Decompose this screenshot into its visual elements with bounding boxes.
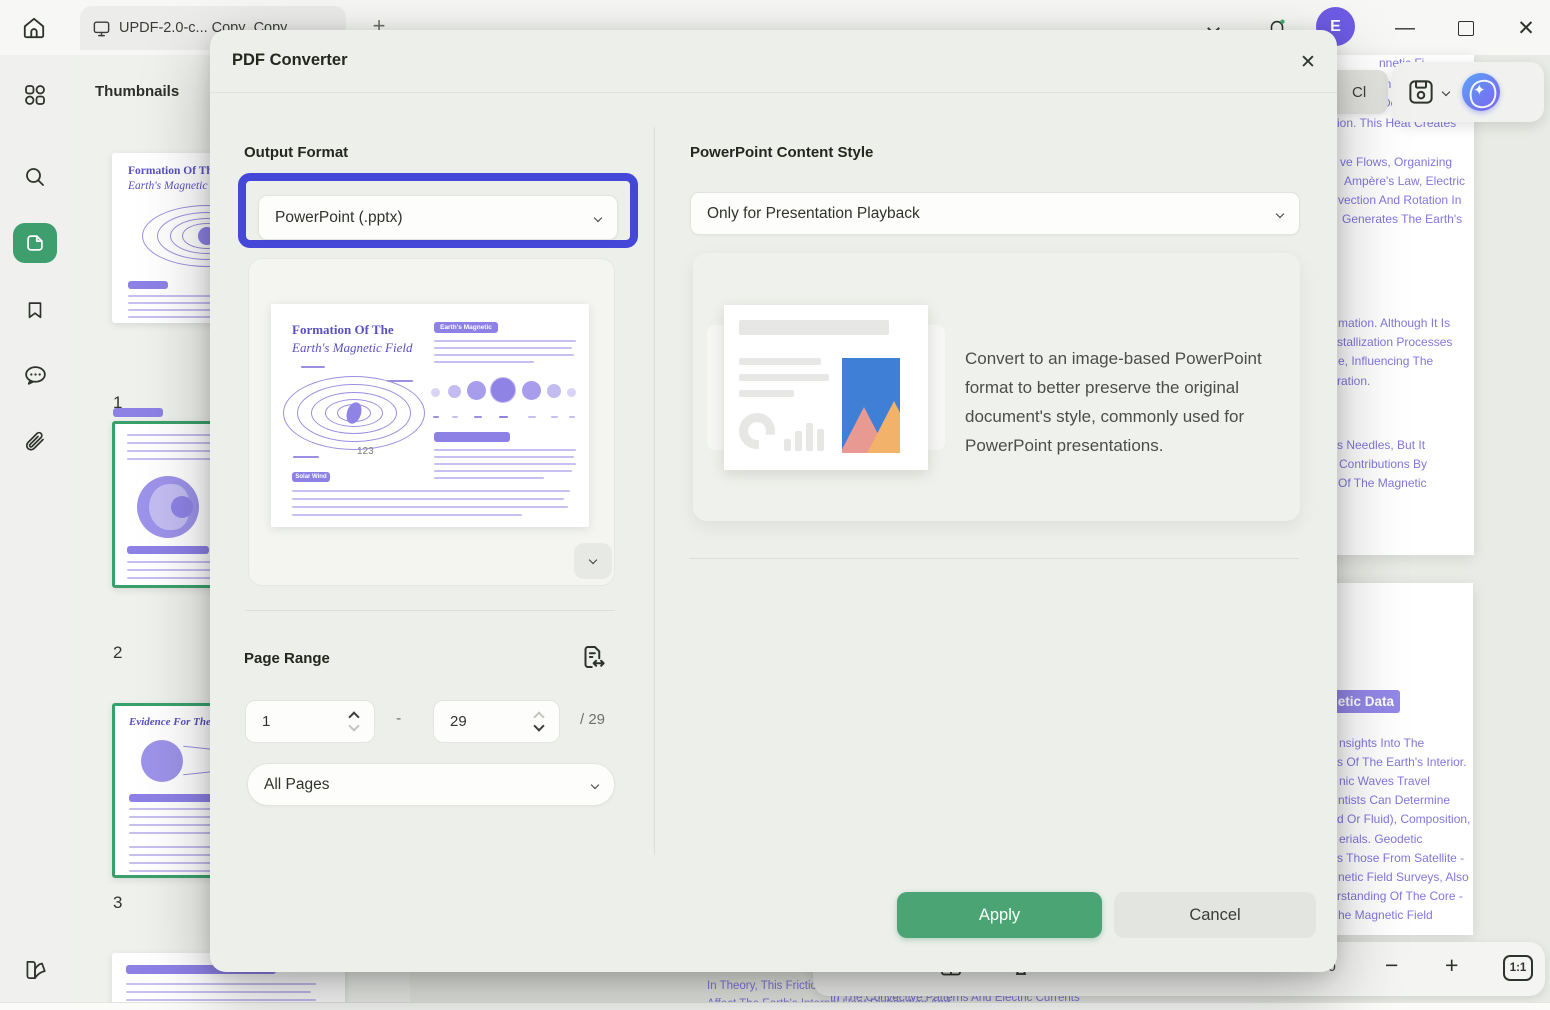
monitor-icon [92,19,111,38]
sidebar-item-attachments[interactable] [13,422,57,462]
preview-tag-3: Solar Wind [292,472,330,482]
photo-glyph [842,358,900,453]
cancel-label: Cancel [1189,906,1240,925]
home-icon [21,15,47,41]
zoom-in-button[interactable]: + [1445,952,1458,979]
bookmark-icon [24,299,46,321]
chevron-down-icon [594,214,602,222]
range-from-stepper[interactable]: 1 [245,700,375,743]
comment-icon [23,363,48,388]
grid-icon [23,83,47,107]
sidebar-item-thumbnails[interactable] [13,223,57,263]
sidebar-item-search[interactable] [13,157,57,197]
thumbnails-header: Thumbnails [95,83,179,100]
app-window: UPDF-2.0-c... Copy_Copy + E — ✕ [0,0,1550,1010]
sidebar-item-comments[interactable] [13,355,57,395]
range-total: / 29 [580,711,605,728]
slide-illustration [724,305,928,470]
content-style-value: Only for Presentation Playback [707,205,920,223]
save-toolbar [1392,62,1544,122]
content-style-description: Convert to an image-based PowerPoint for… [965,345,1295,461]
page-range-mode-select[interactable]: All Pages [247,763,615,806]
sidebar-item-reader-mode[interactable] [13,950,57,990]
chevron-down-icon [589,555,597,563]
reader-mode-icon [22,957,48,983]
left-divider [245,610,615,611]
thumb1-title: Formation Of The [128,165,218,177]
ai-assistant-icon[interactable] [1462,73,1500,111]
page-range-mode-value: All Pages [264,776,329,794]
sidebar-item-tools[interactable] [13,75,57,115]
preview-next-button[interactable] [574,543,612,579]
column-divider [654,127,655,855]
output-format-value: PowerPoint (.pptx) [275,209,403,227]
range-from-value: 1 [262,713,270,730]
range-to-stepper[interactable]: 29 [433,700,560,743]
preview-page: Formation Of The Earth's Magnetic Field … [271,304,589,527]
cancel-button[interactable]: Cancel [1114,892,1316,938]
range-dash: - [396,710,401,728]
dialog-title: PDF Converter [232,51,348,70]
left-sidebar [0,55,70,1010]
output-format-label: Output Format [244,144,348,161]
close-fragment-label: Cl [1352,84,1366,101]
paperclip-icon [23,430,47,454]
actual-size-button[interactable]: 1:1 [1503,955,1533,981]
preview-title2: Earth's Magnetic Field [292,340,412,356]
output-format-select[interactable]: PowerPoint (.pptx) [258,195,618,240]
content-style-label: PowerPoint Content Style [690,144,873,161]
chevron-down-icon [591,781,599,789]
apply-label: Apply [979,906,1020,925]
header-divider [210,92,1337,93]
preview-page-number: 123 [357,446,374,457]
content-style-card: Convert to an image-based PowerPoint for… [693,253,1300,521]
stepper-down-icon[interactable] [533,720,544,731]
page-range-icon[interactable] [578,642,608,672]
zoom-out-button[interactable]: − [1385,952,1398,979]
maximize-icon [1458,21,1474,36]
avatar-initial: E [1330,18,1341,36]
preview-card: Formation Of The Earth's Magnetic Field … [248,258,615,586]
page-label-3: 3 [113,893,122,913]
chevron-down-icon [1276,210,1284,218]
right-divider [689,558,1299,559]
page-label-2: 2 [113,643,122,663]
actual-size-label: 1:1 [1510,962,1527,974]
page-range-label: Page Range [244,650,330,667]
preview-title1: Formation Of The [292,322,394,338]
home-button[interactable] [15,9,53,47]
search-icon [23,165,47,189]
stepper-down-icon[interactable] [348,720,359,731]
minimize-button[interactable]: — [1390,14,1420,42]
output-format-highlight: PowerPoint (.pptx) [238,173,638,248]
page-icon [24,232,46,254]
preview-tag-2 [434,432,510,442]
close-window-button[interactable]: ✕ [1511,14,1541,42]
pdf-converter-dialog: PDF Converter ✕ Output Format PowerPoint… [210,30,1337,972]
apply-button[interactable]: Apply [897,892,1102,938]
thumb2-tag [113,408,163,417]
range-to-value: 29 [450,713,467,730]
preview-tag-1: Earth's Magnetic [434,322,498,333]
maximize-button[interactable] [1451,14,1481,42]
content-style-select[interactable]: Only for Presentation Playback [690,192,1300,235]
sidebar-item-bookmarks[interactable] [13,290,57,330]
save-options-chevron-icon[interactable] [1442,88,1450,96]
window-bottom-strip [0,1002,1550,1010]
save-icon[interactable] [1406,77,1436,107]
donut-chart-glyph [739,413,775,449]
dialog-close-button[interactable]: ✕ [1295,49,1321,75]
